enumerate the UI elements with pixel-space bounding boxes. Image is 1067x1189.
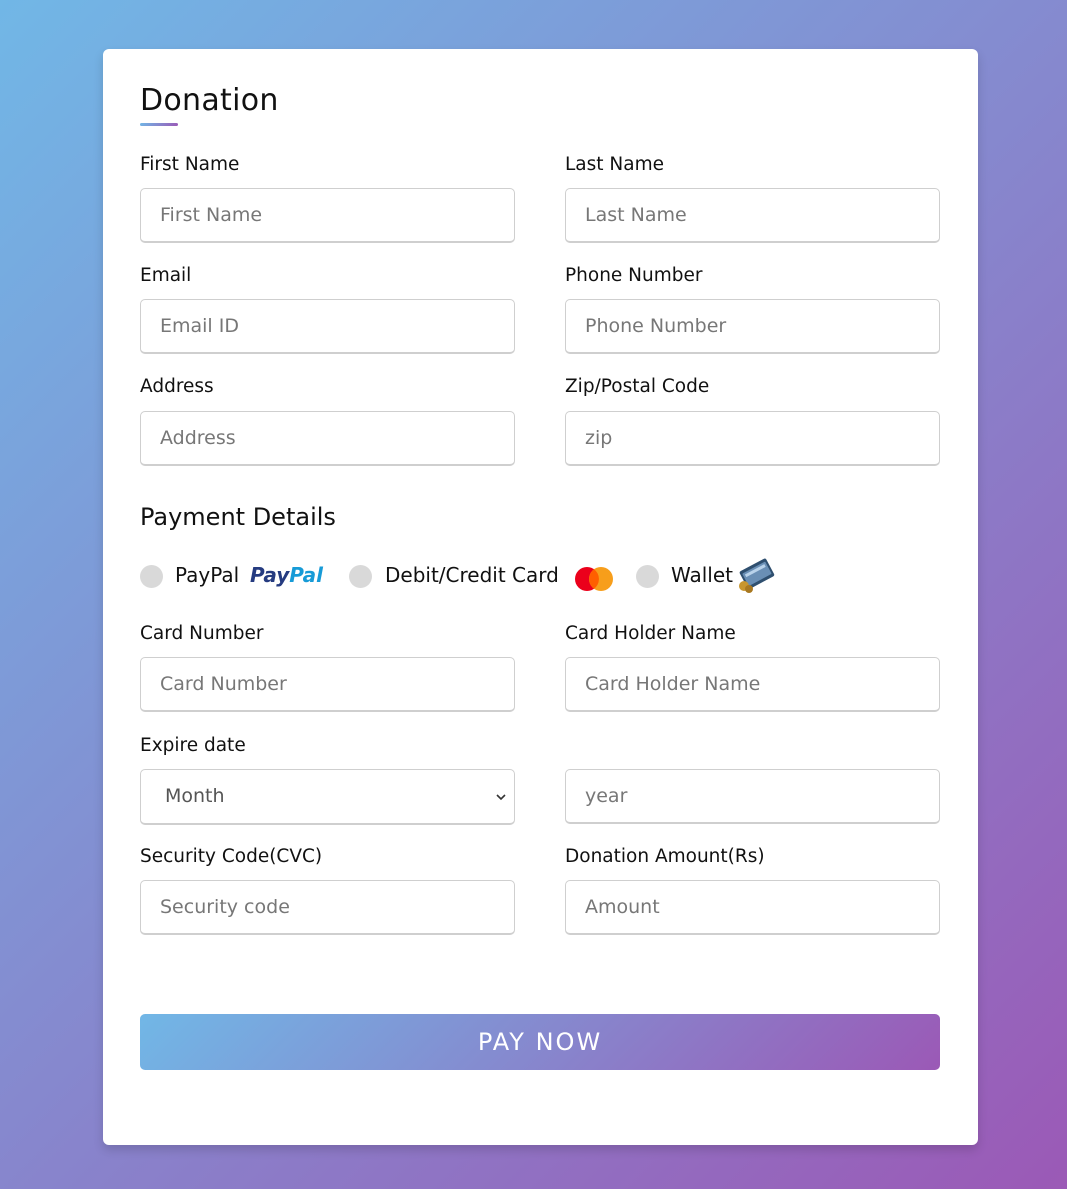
card-number-input[interactable]	[140, 657, 515, 712]
page-title: Donation	[140, 83, 279, 118]
card-holder-input[interactable]	[565, 657, 940, 712]
expire-label: Expire date	[140, 735, 246, 756]
card-number-label: Card Number	[140, 623, 264, 644]
zip-label: Zip/Postal Code	[565, 376, 710, 397]
cvc-label: Security Code(CVC)	[140, 846, 323, 867]
paypal-radio[interactable]	[140, 565, 163, 588]
zip-input[interactable]	[565, 411, 940, 466]
phone-input[interactable]	[565, 299, 940, 354]
month-select[interactable]: Month	[140, 769, 515, 825]
amount-input[interactable]	[565, 880, 940, 935]
payment-details-title: Payment Details	[140, 503, 336, 531]
mastercard-logo	[575, 567, 613, 591]
year-input[interactable]	[565, 769, 940, 824]
wallet-radio[interactable]	[636, 565, 659, 588]
email-input[interactable]	[140, 299, 515, 354]
wallet-radio-label[interactable]: Wallet	[671, 563, 733, 587]
phone-label: Phone Number	[565, 265, 703, 286]
address-input[interactable]	[140, 411, 515, 466]
paypal-logo: PayPal	[250, 563, 324, 587]
card-holder-label: Card Holder Name	[565, 623, 736, 644]
card-radio[interactable]	[349, 565, 372, 588]
month-select-value: Month	[165, 785, 225, 807]
paypal-radio-label[interactable]: PayPal	[175, 563, 239, 587]
donation-card: Donation First Name Last Name Email Phon…	[103, 49, 978, 1145]
last-name-input[interactable]	[565, 188, 940, 243]
payment-method-group: PayPal PayPal Debit/Credit Card Wallet	[140, 558, 940, 593]
last-name-label: Last Name	[565, 154, 664, 175]
first-name-input[interactable]	[140, 188, 515, 243]
cvc-input[interactable]	[140, 880, 515, 935]
first-name-label: First Name	[140, 154, 240, 175]
address-label: Address	[140, 376, 214, 397]
amount-label: Donation Amount(Rs)	[565, 846, 765, 867]
pay-now-button[interactable]: PAY NOW	[140, 1014, 940, 1070]
chevron-down-icon	[496, 794, 506, 801]
email-label: Email	[140, 265, 192, 286]
card-radio-label[interactable]: Debit/Credit Card	[385, 563, 559, 587]
wallet-icon	[739, 558, 775, 593]
title-underline	[140, 123, 178, 126]
